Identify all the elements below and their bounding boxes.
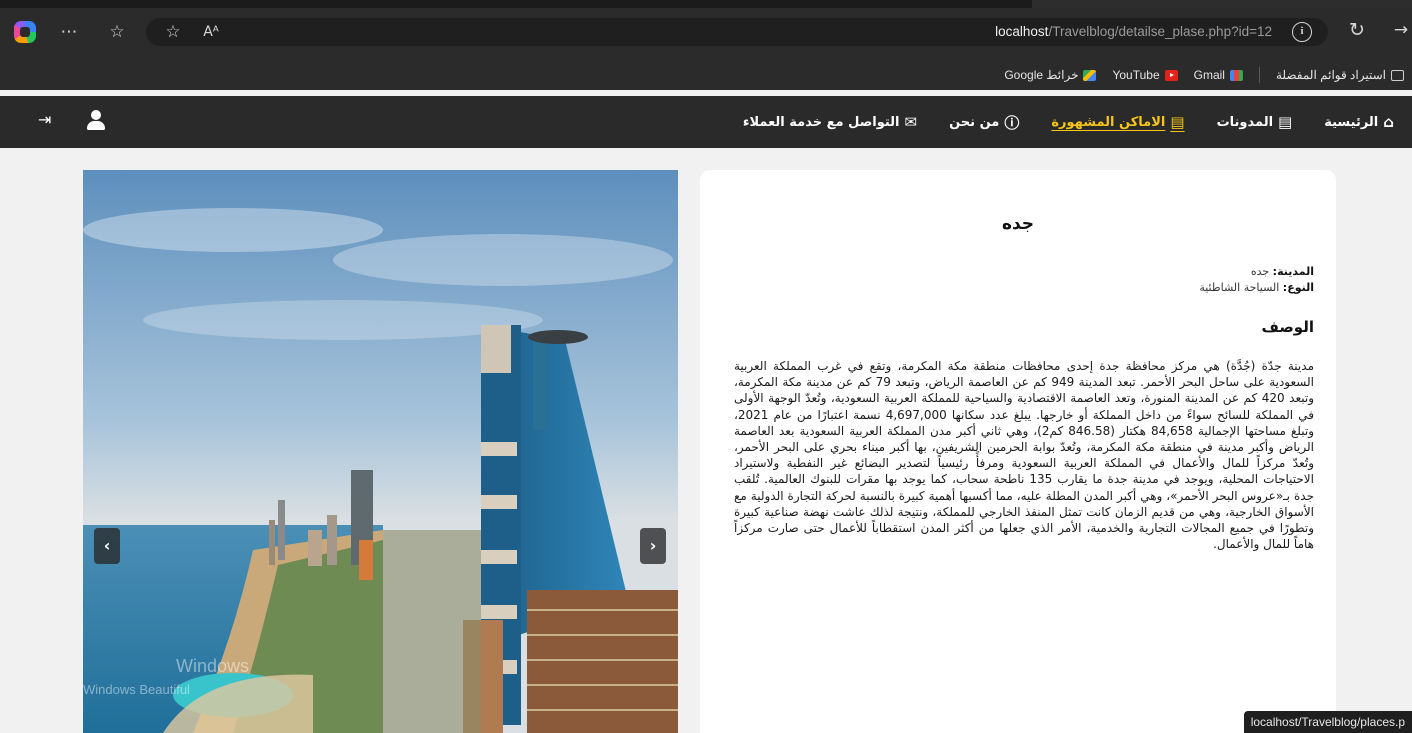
type-label: النوع: (1282, 281, 1314, 294)
nav-item-label: الرئيسية (1324, 114, 1379, 130)
add-favorite-icon[interactable]: ☆ (160, 22, 186, 42)
url-path: /Travelblog/detailse_plase.php?id=12 (1048, 24, 1272, 39)
copilot-icon[interactable] (14, 21, 36, 43)
watermark-text: Windows (176, 656, 250, 676)
blog-icon: ▤ (1278, 113, 1293, 131)
description-heading: الوصف (1261, 318, 1314, 336)
carousel-prev-button[interactable]: ‹ (94, 528, 120, 564)
nav-item-label: من نحن (949, 114, 1000, 130)
bookmark-maps[interactable]: خرائط Google (1004, 68, 1097, 82)
place-meta: المدينة: جده النوع: السياحة الشاطئية (1199, 264, 1314, 296)
nav-item-label: الاماكن المشهورة (1051, 114, 1166, 130)
nav-links: ⌂ الرئيسية ▤ المدونات ▤ الاماكن المشهورة ⓘ م… (743, 96, 1394, 148)
image-carousel: ‹ › Windows Windows Beautiful (83, 170, 678, 733)
place-details-card: جده المدينة: جده النوع: السياحة الشاطئية… (700, 170, 1336, 733)
favorites-bar-icon[interactable]: ☆ (104, 22, 130, 42)
bookmark-youtube[interactable]: YouTube (1112, 68, 1178, 82)
read-aloud-icon[interactable]: Aᴬ (198, 22, 224, 42)
bookmarks-bar: استيراد قوائم المفضلة Gmail YouTube خرائ… (0, 60, 1412, 90)
more-menu-icon[interactable]: ⋯ (56, 22, 82, 42)
bookmark-label: استيراد قوائم المفضلة (1275, 68, 1386, 82)
type-row: النوع: السياحة الشاطئية (1199, 280, 1314, 296)
nav-item-label: المدونات (1216, 114, 1274, 130)
nav-item-home[interactable]: ⌂ الرئيسية (1324, 113, 1394, 131)
nav-item-about[interactable]: ⓘ من نحن (949, 112, 1019, 133)
site-info-icon[interactable]: i (1292, 22, 1312, 42)
browser-toolbar: ⋯ ☆ ☆ Aᴬ localhost/Travelblog/detailse_p… (0, 8, 1412, 68)
carousel-image (83, 170, 678, 733)
page-content: ‹ › Windows Windows Beautiful جده المدين… (0, 148, 1412, 733)
nav-item-blogs[interactable]: ▤ المدونات (1217, 113, 1293, 131)
city-row: المدينة: جده (1199, 264, 1314, 280)
logout-icon[interactable]: ⇥ (38, 110, 51, 129)
gmail-icon (1229, 69, 1243, 81)
places-icon: ▤ (1170, 113, 1185, 131)
bookmark-gmail[interactable]: Gmail (1194, 68, 1243, 82)
youtube-icon (1164, 69, 1178, 81)
city-label: المدينة: (1272, 265, 1314, 278)
refresh-icon[interactable]: ↻ (1344, 20, 1370, 40)
watermark-text-secondary: Windows Beautiful (83, 682, 190, 697)
type-value: السياحة الشاطئية (1199, 281, 1280, 294)
tab-strip (0, 0, 1412, 8)
url-host: localhost (995, 24, 1049, 39)
nav-item-famous-places[interactable]: ▤ الاماكن المشهورة (1051, 113, 1184, 131)
maps-icon (1083, 69, 1097, 81)
url-text[interactable]: localhost/Travelblog/detailse_plase.php?… (995, 24, 1272, 39)
site-navbar: ⌂ الرئيسية ▤ المدونات ▤ الاماكن المشهورة ⓘ م… (0, 96, 1412, 148)
bookmarks-divider (1258, 67, 1260, 83)
city-value: جده (1250, 265, 1270, 278)
forward-icon[interactable]: → (1388, 20, 1412, 40)
link-preview-status: localhost/Travelblog/places.p (1243, 711, 1412, 733)
info-icon: ⓘ (1004, 113, 1020, 132)
home-icon: ⌂ (1383, 113, 1394, 131)
address-bar[interactable]: ☆ Aᴬ localhost/Travelblog/detailse_plase… (146, 18, 1328, 46)
bookmark-label: خرائط Google (1004, 68, 1079, 82)
place-title: جده (1001, 214, 1035, 234)
bookmark-import[interactable]: استيراد قوائم المفضلة (1276, 68, 1404, 82)
bookmark-label: Gmail (1193, 68, 1225, 82)
carousel-next-button[interactable]: › (640, 528, 666, 564)
bookmark-label: YouTube (1112, 68, 1160, 82)
place-description: مدينة جدّة (جُدَّة) هي مركز محافظة جدة إ… (734, 359, 1315, 552)
envelope-icon: ✉ (904, 113, 918, 131)
tab-strip-edge (1032, 0, 1412, 8)
nav-item-contact[interactable]: ✉ التواصل مع خدمة العملاء (743, 113, 917, 131)
import-icon (1391, 69, 1404, 81)
nav-item-label: التواصل مع خدمة العملاء (742, 114, 900, 130)
user-icon[interactable] (86, 110, 106, 132)
